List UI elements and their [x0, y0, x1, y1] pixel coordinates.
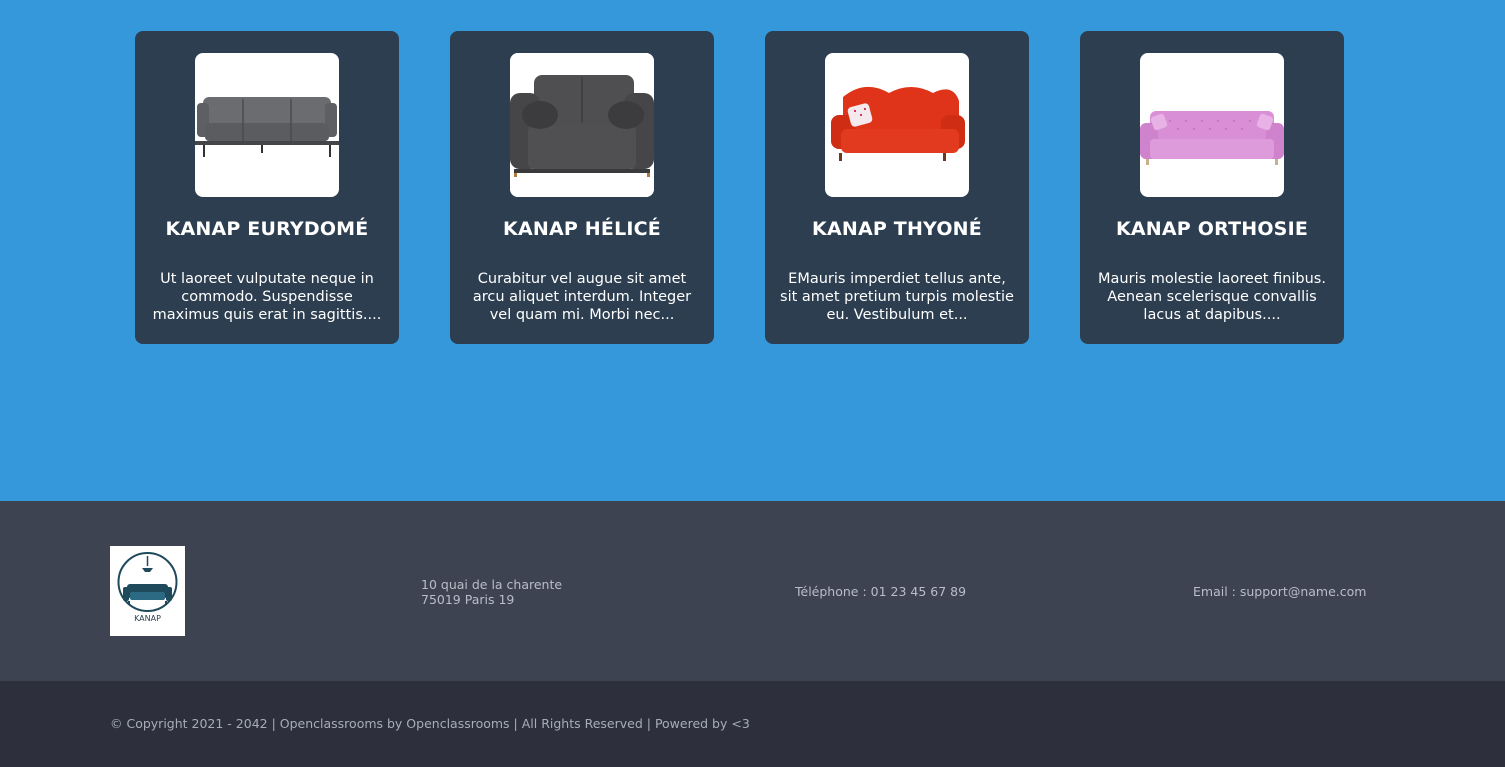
footer-email: Email : support@name.com [1193, 584, 1367, 599]
address-line-2: 75019 Paris 19 [421, 592, 515, 607]
product-card-thyone[interactable]: KANAP THYONÉ EMauris imperdiet tellus an… [765, 31, 1029, 344]
product-name: KANAP THYONÉ [812, 218, 982, 240]
product-description: EMauris imperdiet tellus ante, sit amet … [780, 271, 1014, 323]
address-line-1: 10 quai de la charente [421, 577, 563, 592]
product-description: Mauris molestie laoreet finibus. Aenean … [1098, 271, 1326, 323]
product-card-orthosie[interactable]: KANAP ORTHOSIE Mauris molestie laoreet f… [1080, 31, 1344, 344]
red-sofa-icon [831, 86, 965, 161]
footer-address: 10 quai de la charente 75019 Paris 19 [421, 577, 562, 607]
product-description: Curabitur vel augue sit amet arcu alique… [472, 271, 692, 323]
product-name: KANAP EURYDOMÉ [165, 218, 369, 240]
kanap-logo[interactable]: KANAP [110, 546, 185, 636]
footer-phone: Téléphone : 01 23 45 67 89 [795, 584, 967, 599]
product-image[interactable] [195, 53, 339, 197]
dark-grey-loveseat-icon [510, 53, 654, 197]
product-image[interactable] [1140, 53, 1284, 197]
product-card-eurydome[interactable]: KANAP EURYDOMÉ Ut laoreet vulputate nequ… [135, 31, 399, 344]
main-section: KANAP EURYDOMÉ Ut laoreet vulputate nequ… [0, 0, 1505, 501]
footer-info: KANAP 10 quai de la charente 75019 Paris… [0, 501, 1505, 681]
product-list: KANAP EURYDOMÉ Ut laoreet vulputate nequ… [135, 31, 1344, 344]
product-name: KANAP ORTHOSIE [1115, 218, 1309, 240]
grey-sofa-icon [195, 97, 339, 157]
copyright-text: © Copyright 2021 - 2042 | Openclassrooms… [110, 716, 750, 731]
sofa-logo-icon [117, 552, 178, 612]
footer-copyright: © Copyright 2021 - 2042 | Openclassrooms… [0, 681, 1505, 767]
product-card-helice[interactable]: KANAP HÉLICÉ Curabitur vel augue sit ame… [450, 31, 714, 344]
product-image[interactable] [825, 53, 969, 197]
logo-text: KANAP [134, 614, 161, 623]
pink-sofa-icon [1140, 111, 1284, 165]
product-description: Ut laoreet vulputate neque in commodo. S… [152, 271, 382, 323]
product-name: KANAP HÉLICÉ [503, 218, 661, 240]
product-image[interactable] [510, 53, 654, 197]
